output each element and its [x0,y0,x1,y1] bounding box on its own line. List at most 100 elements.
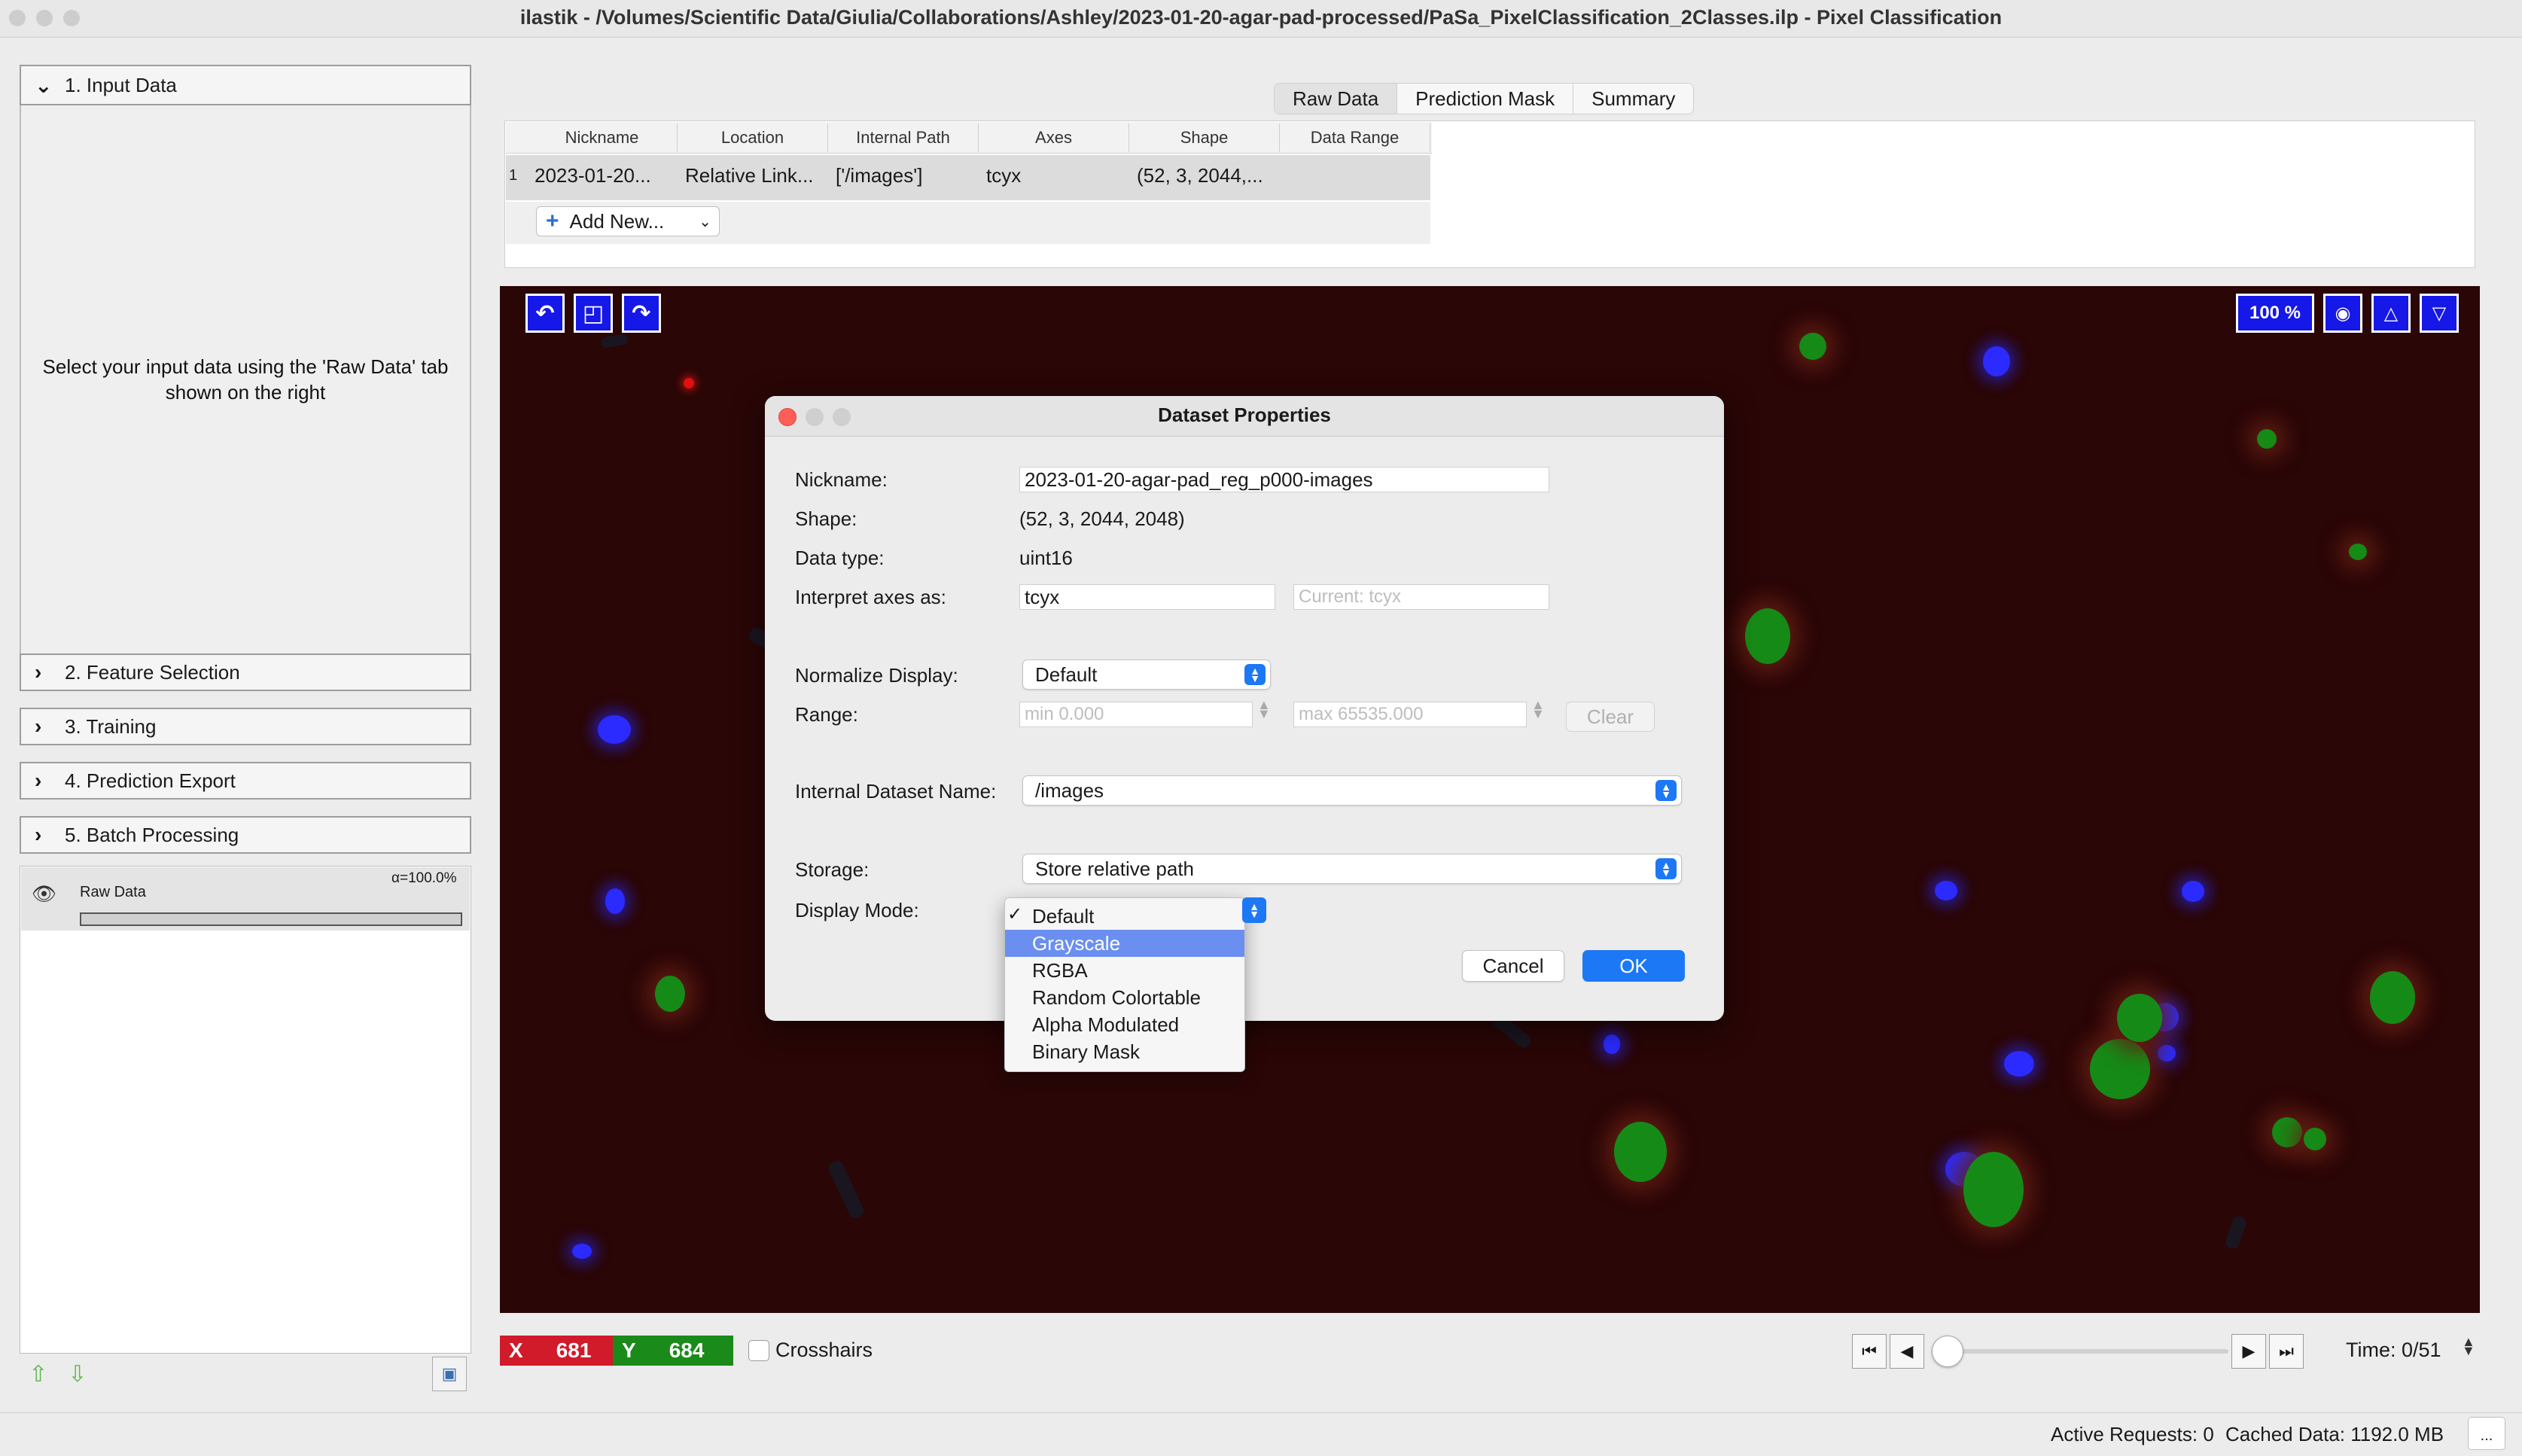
input-hint-text: Select your input data using the 'Raw Da… [42,355,449,404]
column-header[interactable]: Nickname [527,123,678,152]
nickname-input[interactable]: 2023-01-20-agar-pad_reg_p000-images [1019,467,1549,492]
camera-icon[interactable]: ◉ [2323,294,2362,333]
layer-alpha: α=100.0% [391,870,457,886]
axes-input[interactable]: tcyx [1019,584,1275,610]
menu-item-random-colortable[interactable]: Random Colortable [1005,984,1244,1011]
arrow-up-icon[interactable]: △ [2371,294,2411,333]
range-min-stepper[interactable]: ▲ ▼ [1257,698,1271,720]
eye-icon[interactable]: 👁 [32,882,56,906]
cached-data: Cached Data: 1192.0 MB [2225,1423,2444,1445]
storage-value: Store relative path [1035,857,1195,880]
layer-panel [20,866,471,1354]
range-max-input[interactable]: max 65535.000 [1293,702,1527,727]
table-cell[interactable]: tcyx [986,164,1021,187]
plus-icon: + [546,209,559,233]
applet-batch-processing[interactable]: › 5. Batch Processing [20,816,471,854]
chevron-down-icon: ⌄ [699,213,711,230]
y-value: 684 [669,1339,705,1362]
applet-prediction-export[interactable]: › 4. Prediction Export [20,762,471,800]
column-header[interactable]: Axes [979,123,1129,152]
clear-range-button[interactable]: Clear [1566,702,1655,732]
chevron-updown-icon[interactable]: ▲ ▼ [1242,897,1266,923]
tab-summary[interactable]: Summary [1573,84,1693,114]
applet-label: 3. Training [65,714,157,738]
time-stepper[interactable]: ▲ ▼ [2462,1335,2475,1357]
previous-frame-icon[interactable]: ◀ [1890,1334,1924,1369]
table-cell[interactable]: 2023-01-20... [535,164,651,187]
ok-button[interactable]: OK [1582,950,1685,982]
chevron-updown-icon: ▲ ▼ [1655,858,1677,879]
range-min-input[interactable]: min 0.000 [1019,702,1253,727]
column-header[interactable]: Internal Path [828,123,979,152]
display-mode-label: Display Mode: [795,899,919,921]
chevron-right-icon: › [35,714,42,738]
normalize-select[interactable]: Default ▲ ▼ [1022,659,1271,690]
applet-feature-selection[interactable]: › 2. Feature Selection [20,653,471,691]
menu-item-binary-mask[interactable]: Binary Mask [1005,1038,1244,1065]
time-label: Time: 0/51 [2346,1339,2441,1361]
row-number: 1 [509,167,518,184]
active-requests: Active Requests: 0 [2051,1423,2214,1445]
rotate-right-icon[interactable]: ↷ [622,294,661,333]
menu-item-default[interactable]: Default [1005,903,1244,930]
layer-name: Raw Data [80,884,146,900]
nickname-label: Nickname: [795,468,888,491]
chevron-right-icon: › [35,769,42,792]
storage-label: Storage: [795,858,870,881]
status-more-button[interactable]: ... [2468,1417,2505,1450]
crosshairs-checkbox[interactable] [748,1340,769,1361]
menu-item-grayscale[interactable]: Grayscale [1005,930,1244,957]
dialog-title: Dataset Properties [1158,404,1331,426]
time-slider-track[interactable] [1942,1349,2228,1354]
internal-dataset-label: Internal Dataset Name: [795,780,997,803]
applet-label: 4. Prediction Export [65,769,236,792]
internal-dataset-select[interactable]: /images ▲ ▼ [1022,775,1682,806]
arrow-down-icon[interactable]: ▽ [2420,294,2459,333]
move-layer-up-icon[interactable]: ⇧ [21,1357,56,1391]
crosshairs-label: Crosshairs [775,1339,873,1361]
menu-item-rgba[interactable]: RGBA [1005,957,1244,984]
column-header[interactable]: Data Range [1280,123,1430,152]
shape-value: (52, 3, 2044, 2048) [1019,507,1185,530]
cancel-button[interactable]: Cancel [1462,950,1564,982]
rotate-left-icon[interactable]: ↶ [525,294,565,333]
chevron-updown-icon: ▲ ▼ [1244,664,1266,685]
x-value: 681 [556,1339,592,1362]
data-type-value: uint16 [1019,547,1073,569]
applet-label: 1. Input Data [65,73,177,96]
next-frame-icon[interactable]: ▶ [2231,1334,2266,1369]
table-cell[interactable]: ['/images'] [836,164,922,187]
status-text: Active Requests: 0 Cached Data: 1192.0 M… [2051,1423,2444,1446]
zoom-level-button[interactable]: 100 % [2236,294,2314,333]
layer-settings-icon[interactable]: ▣ [432,1357,467,1391]
storage-select[interactable]: Store relative path ▲ ▼ [1022,854,1682,884]
shape-label: Shape: [795,507,857,530]
table-cell[interactable]: (52, 3, 2044,... [1137,164,1263,187]
last-frame-icon[interactable]: ⏭ [2269,1334,2304,1369]
applet-input-data[interactable]: ⌄ 1. Input Data [20,65,471,105]
add-new-button[interactable]: + Add New... ⌄ [536,206,720,236]
x-label: X [509,1339,523,1362]
time-slider-handle[interactable] [1932,1336,1963,1367]
axes-current-field: Current: tcyx [1293,584,1549,610]
range-label: Range: [795,703,858,726]
internal-dataset-value: /images [1035,778,1104,802]
applet-training[interactable]: › 3. Training [20,708,471,745]
first-frame-icon[interactable]: ⏮ [1852,1334,1887,1369]
layer-opacity-bar[interactable] [80,912,462,926]
column-header[interactable]: Location [678,123,828,152]
move-layer-down-icon[interactable]: ⇩ [60,1357,95,1391]
fit-view-icon[interactable]: ◰ [574,294,613,333]
data-tab-bar: Raw Data Prediction Mask Summary [1274,83,1695,114]
column-header[interactable]: Shape [1129,123,1280,152]
menu-item-alpha-modulated[interactable]: Alpha Modulated [1005,1011,1244,1038]
applet-label: 2. Feature Selection [65,660,240,684]
chevron-down-icon: ⌄ [35,73,53,97]
checkmark-icon: ✓ [1007,904,1023,924]
normalize-value: Default [1035,663,1098,686]
table-cell[interactable]: Relative Link... [685,164,814,187]
tab-raw-data[interactable]: Raw Data [1275,84,1398,114]
range-max-stepper[interactable]: ▲ ▼ [1531,698,1545,720]
tab-prediction-mask[interactable]: Prediction Mask [1397,84,1574,114]
chevron-updown-icon: ▲ ▼ [1655,780,1677,801]
